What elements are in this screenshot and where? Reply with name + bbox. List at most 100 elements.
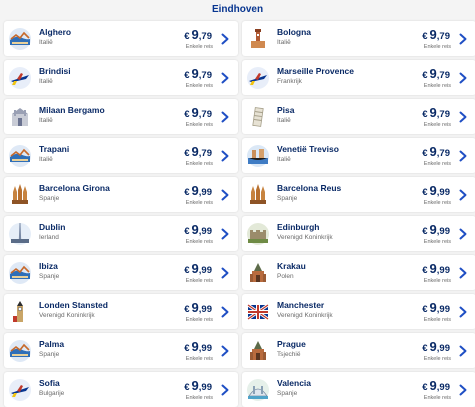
currency-symbol: € [184,304,190,315]
currency-symbol: € [422,31,428,42]
chevron-right-icon[interactable] [220,189,230,201]
destination-city: Manchester [277,300,325,310]
destination-card[interactable]: Ibiza Spanje €9,99 Enkele reis [4,255,238,290]
coastal-view-icon [8,144,32,168]
cathedral-icon [8,105,32,129]
fare-type-label: Enkele reis [185,317,213,323]
fare-type-label: Enkele reis [185,239,213,245]
destination-city: Marseille Provence [277,66,355,76]
price-integer: 9 [429,300,437,315]
union-jack-icon [246,300,270,324]
destination-card[interactable]: Londen Stansted Verenigd Koninkrijk €9,99 E… [4,294,238,329]
price-decimal: ,79 [436,31,450,42]
destination-card[interactable]: Valencia Spanje €9,99 Enkele reis [242,372,475,407]
airplane-icon [8,66,32,90]
destination-country: Bulgarije [39,390,65,397]
fare-type-label: Enkele reis [423,122,451,128]
chevron-right-icon[interactable] [220,111,230,123]
fare-price: €9,99 [422,183,450,198]
city-of-arts-icon [246,378,270,402]
destination-country: Italië [277,39,291,46]
fare-type-label: Enkele reis [423,161,451,167]
destination-city: Palma [39,339,65,349]
destination-card[interactable]: Alghero Italië €9,79 Enkele reis [4,21,238,56]
currency-symbol: € [184,70,190,81]
destination-card[interactable]: Barcelona Reus Spanje €9,99 Enkele reis [242,177,475,212]
price-decimal: ,99 [436,343,450,354]
destination-card[interactable]: Krakau Polen €9,99 Enkele reis [242,255,475,290]
destination-card[interactable]: Brindisi Italië €9,79 Enkele reis [4,60,238,95]
destination-card[interactable]: Edinburgh Verenigd Koninkrijk €9,99 Enkele … [242,216,475,251]
fare-price: €9,99 [422,222,450,237]
chevron-right-icon[interactable] [458,384,468,396]
destination-country: Italië [39,117,53,124]
destination-card[interactable]: Prague Tsjechië €9,99 Enkele reis [242,333,475,368]
church-icon [246,339,270,363]
coastal-view-icon [8,27,32,51]
destination-card[interactable]: Venetië Treviso Italië €9,79 Enkele reis [242,138,475,173]
destination-card[interactable]: Trapani Italië €9,79 Enkele reis [4,138,238,173]
chevron-right-icon[interactable] [220,72,230,84]
page-title: Eindhoven [211,4,264,15]
chevron-right-icon[interactable] [458,228,468,240]
destination-city: Barcelona Girona [39,183,110,193]
coastal-view-icon [8,261,32,285]
destination-card[interactable]: Marseille Provence Frankrijk €9,79 Enkele r… [242,60,475,95]
price-integer: 9 [191,183,199,198]
currency-symbol: € [184,226,190,237]
destination-card[interactable]: Palma Spanje €9,99 Enkele reis [4,333,238,368]
fare-price: €9,99 [184,261,212,276]
destination-country: Spanje [39,195,60,202]
destination-card[interactable]: Pisa Italië €9,79 Enkele reis [242,99,475,134]
chevron-right-icon[interactable] [458,150,468,162]
destination-city: Milaan Bergamo [39,105,105,115]
destination-card[interactable]: Bologna Italië €9,79 Enkele reis [242,21,475,56]
destination-city: Krakau [277,261,306,271]
price-decimal: ,79 [436,148,450,159]
price-decimal: ,99 [198,382,212,393]
price-integer: 9 [191,105,199,120]
chevron-right-icon[interactable] [220,150,230,162]
fare-type-label: Enkele reis [185,278,213,284]
price-integer: 9 [191,261,199,276]
price-decimal: ,79 [436,109,450,120]
chevron-right-icon[interactable] [220,384,230,396]
chevron-right-icon[interactable] [220,306,230,318]
fare-price: €9,99 [184,378,212,393]
sagrada-familia-icon [8,183,32,207]
price-decimal: ,99 [198,343,212,354]
chevron-right-icon[interactable] [458,189,468,201]
chevron-right-icon[interactable] [458,111,468,123]
fare-type-label: Enkele reis [185,395,213,401]
destination-city: Venetië Treviso [277,144,339,154]
destination-card[interactable]: Barcelona Girona Spanje €9,99 Enkele reis [4,177,238,212]
fare-type-label: Enkele reis [185,200,213,206]
destination-card[interactable]: Sofia Bulgarije €9,99 Enkele reis [4,372,238,407]
currency-symbol: € [422,382,428,393]
destination-country: Verenigd Koninkrijk [39,312,95,319]
chevron-right-icon[interactable] [220,267,230,279]
destination-country: Frankrijk [277,78,302,85]
price-integer: 9 [429,183,437,198]
fare-type-label: Enkele reis [423,200,451,206]
destination-card[interactable]: Dublin Ierland €9,99 Enkele reis [4,216,238,251]
chevron-right-icon[interactable] [458,345,468,357]
chevron-right-icon[interactable] [220,228,230,240]
price-decimal: ,79 [198,109,212,120]
price-decimal: ,79 [198,148,212,159]
fare-price: €9,79 [422,144,450,159]
fare-price: €9,99 [422,339,450,354]
destination-card[interactable]: Milaan Bergamo Italië €9,79 Enkele reis [4,99,238,134]
price-integer: 9 [429,27,437,42]
price-decimal: ,99 [198,226,212,237]
chevron-right-icon[interactable] [458,267,468,279]
chevron-right-icon[interactable] [458,72,468,84]
chevron-right-icon[interactable] [458,33,468,45]
fare-type-label: Enkele reis [423,356,451,362]
destination-country: Verenigd Koninkrijk [277,312,333,319]
chevron-right-icon[interactable] [220,345,230,357]
chevron-right-icon[interactable] [458,306,468,318]
destination-card[interactable]: Manchester Verenigd Koninkrijk €9,99 Enkele… [242,294,475,329]
chevron-right-icon[interactable] [220,33,230,45]
price-integer: 9 [429,144,437,159]
